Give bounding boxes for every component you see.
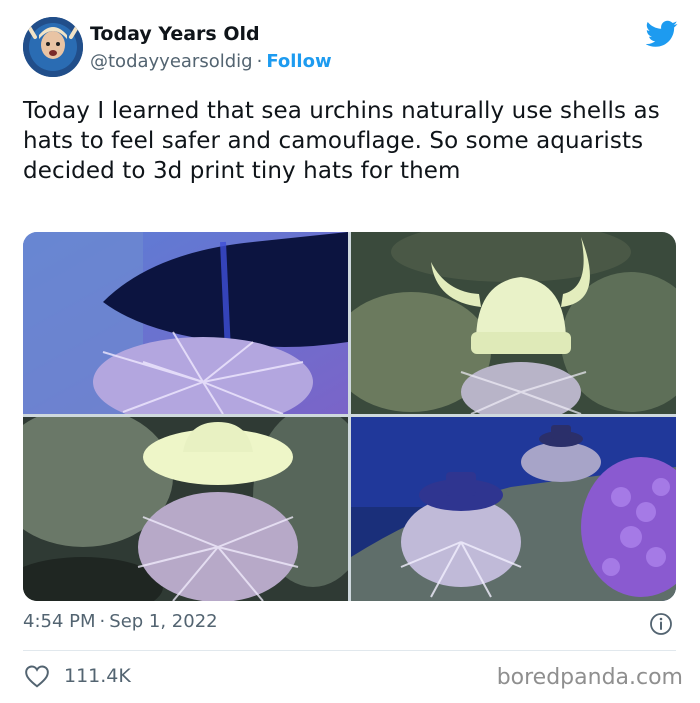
tweet-date: Sep 1, 2022 [109,611,218,632]
meta-separator: · [99,611,106,632]
media-grid [23,232,676,601]
tweet-text: Today I learned that sea urchins natural… [23,98,660,184]
author-handle[interactable]: @todayyearsoldig [90,51,253,72]
photo-urchins-top-hats[interactable] [351,417,676,601]
author-name[interactable]: Today Years Old [90,23,260,45]
like-count: 111.4K [64,665,131,687]
divider [23,650,676,651]
tweet-time: 4:54 PM [23,611,96,632]
avatar[interactable] [23,17,83,77]
heart-icon[interactable] [24,664,50,688]
twitter-bird-icon[interactable] [645,20,678,48]
tweet-timestamp[interactable]: 4:54 PM · Sep 1, 2022 [23,611,218,632]
author-handle-row: @todayyearsoldig · Follow [90,51,332,72]
info-icon[interactable] [649,612,673,636]
watermark: boredpanda.com [496,665,683,690]
photo-urchin-cowboy-hat[interactable] [23,417,348,601]
follow-link[interactable]: Follow [266,51,331,72]
photo-urchin-viking-hat[interactable] [351,232,676,414]
handle-separator: · [256,51,263,72]
photo-urchin-cone-hat[interactable] [23,232,348,414]
tweet-card: Today Years Old @todayyearsoldig · Follow … [0,0,700,703]
